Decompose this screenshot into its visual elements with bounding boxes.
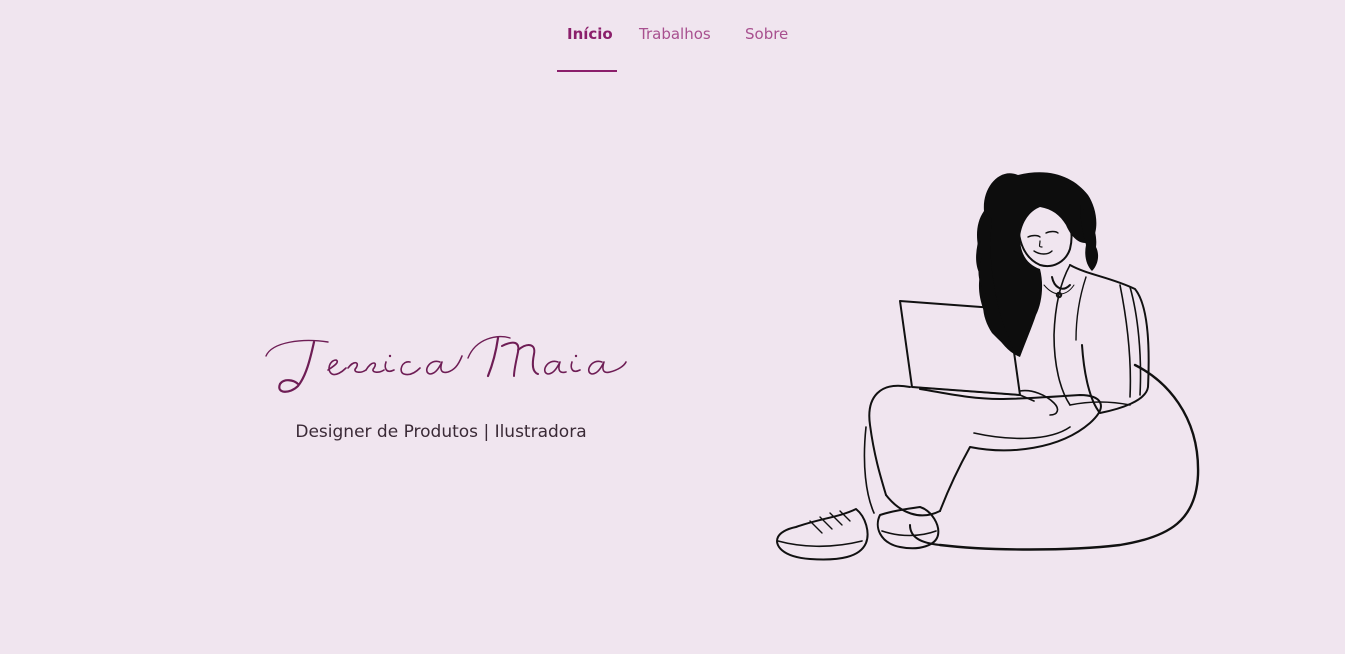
nav-item-trabalhos[interactable]: Trabalhos xyxy=(639,24,711,44)
hero-name-logo xyxy=(262,326,642,406)
nav-item-sobre[interactable]: Sobre xyxy=(745,24,788,44)
top-navigation: Início Trabalhos Sobre xyxy=(0,0,1345,72)
active-nav-indicator xyxy=(557,70,617,72)
hero-subtitle: Designer de Produtos | Ilustradora xyxy=(295,422,587,442)
nav-item-inicio[interactable]: Início xyxy=(567,24,613,44)
woman-with-laptop-illustration xyxy=(770,165,1210,570)
